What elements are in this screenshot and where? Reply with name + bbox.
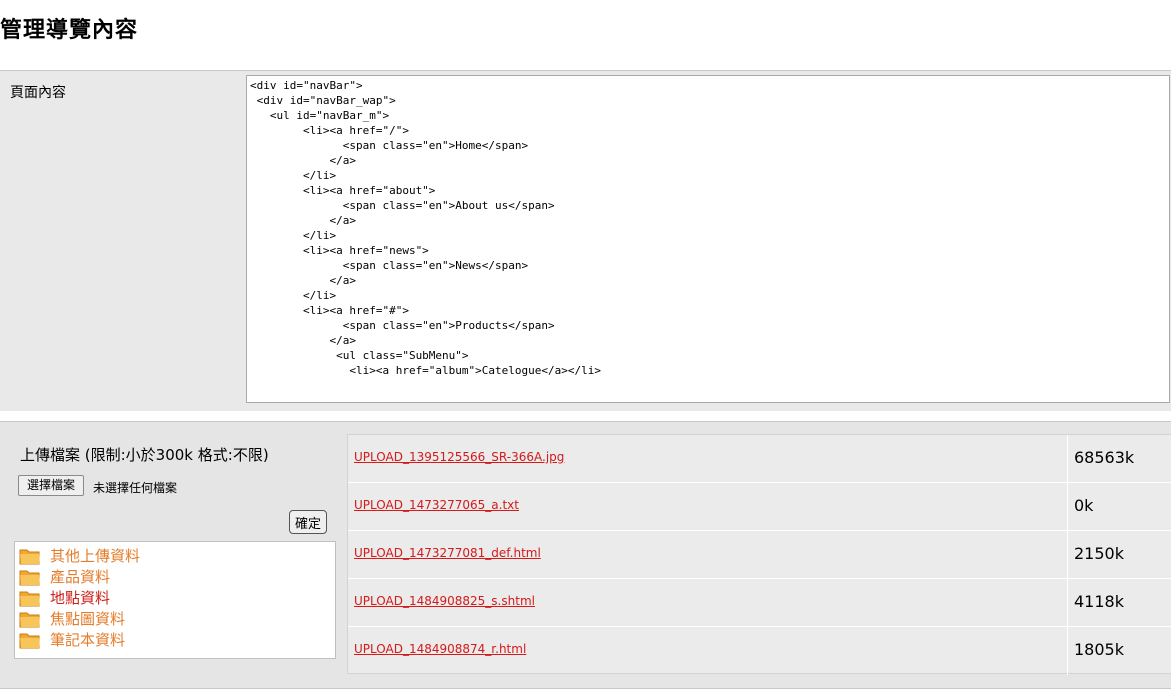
file-link[interactable]: UPLOAD_1473277065_a.txt — [354, 498, 519, 512]
table-row: UPLOAD_1473277081_def.html 2150k — [348, 531, 1171, 579]
file-size: 68563k — [1074, 448, 1135, 467]
table-row: UPLOAD_1473277065_a.txt 0k — [348, 483, 1171, 531]
file-link[interactable]: UPLOAD_1395125566_SR-366A.jpg — [354, 450, 564, 464]
folder-item-products[interactable]: 產品資料 — [19, 566, 335, 587]
page-title: 管理導覽內容 — [0, 18, 139, 43]
folder-item-other-uploads[interactable]: 其他上傳資料 — [19, 545, 335, 566]
page-content-row: 頁面內容 <div id="navBar"> <div id="navBar_w… — [0, 70, 1171, 412]
file-size: 1805k — [1074, 640, 1124, 659]
page-content-editor[interactable]: <div id="navBar"> <div id="navBar_wap"> … — [246, 75, 1170, 403]
file-size: 2150k — [1074, 544, 1124, 563]
folder-label: 焦點圖資料 — [50, 610, 126, 628]
column-divider — [1067, 435, 1068, 482]
column-divider — [1067, 579, 1068, 626]
confirm-upload-button[interactable]: 確定 — [289, 510, 328, 534]
folder-item-focus-images[interactable]: 焦點圖資料 — [19, 608, 335, 629]
file-link[interactable]: UPLOAD_1484908825_s.shtml — [354, 594, 535, 608]
folder-label: 筆記本資料 — [50, 631, 126, 649]
upload-section: 上傳檔案 (限制:小於300k 格式:不限) 選擇檔案 未選擇任何檔案 確定 其… — [0, 421, 1171, 689]
folder-icon — [19, 591, 40, 606]
folder-list: 其他上傳資料 產品資料 地點資料 焦點圖資料 筆記本資料 — [14, 541, 336, 659]
upload-title: 上傳檔案 (限制:小於300k 格式:不限) — [20, 446, 269, 464]
table-row: UPLOAD_1484908825_s.shtml 4118k — [348, 579, 1171, 627]
section-gap — [0, 411, 1171, 421]
folder-icon — [19, 612, 40, 627]
page-content-label: 頁面內容 — [10, 85, 66, 101]
folder-icon — [19, 633, 40, 648]
folder-item-notebooks[interactable]: 筆記本資料 — [19, 629, 335, 650]
file-size: 0k — [1074, 496, 1094, 515]
file-link[interactable]: UPLOAD_1473277081_def.html — [354, 546, 541, 560]
table-row: UPLOAD_1484908874_r.html 1805k — [348, 627, 1171, 675]
folder-label: 地點資料 — [50, 589, 111, 607]
folder-icon — [19, 549, 40, 564]
folder-icon — [19, 570, 40, 585]
column-divider — [1067, 531, 1068, 578]
file-size: 4118k — [1074, 592, 1124, 611]
column-divider — [1067, 627, 1068, 675]
column-divider — [1067, 483, 1068, 530]
no-file-chosen-text: 未選擇任何檔案 — [93, 481, 178, 495]
folder-label: 其他上傳資料 — [50, 547, 141, 565]
choose-file-button[interactable]: 選擇檔案 — [18, 475, 85, 496]
file-table: UPLOAD_1395125566_SR-366A.jpg 68563k UPL… — [347, 434, 1171, 675]
file-link[interactable]: UPLOAD_1484908874_r.html — [354, 642, 526, 656]
folder-label: 產品資料 — [50, 568, 111, 586]
table-row: UPLOAD_1395125566_SR-366A.jpg 68563k — [348, 435, 1171, 483]
folder-item-locations[interactable]: 地點資料 — [19, 587, 335, 608]
